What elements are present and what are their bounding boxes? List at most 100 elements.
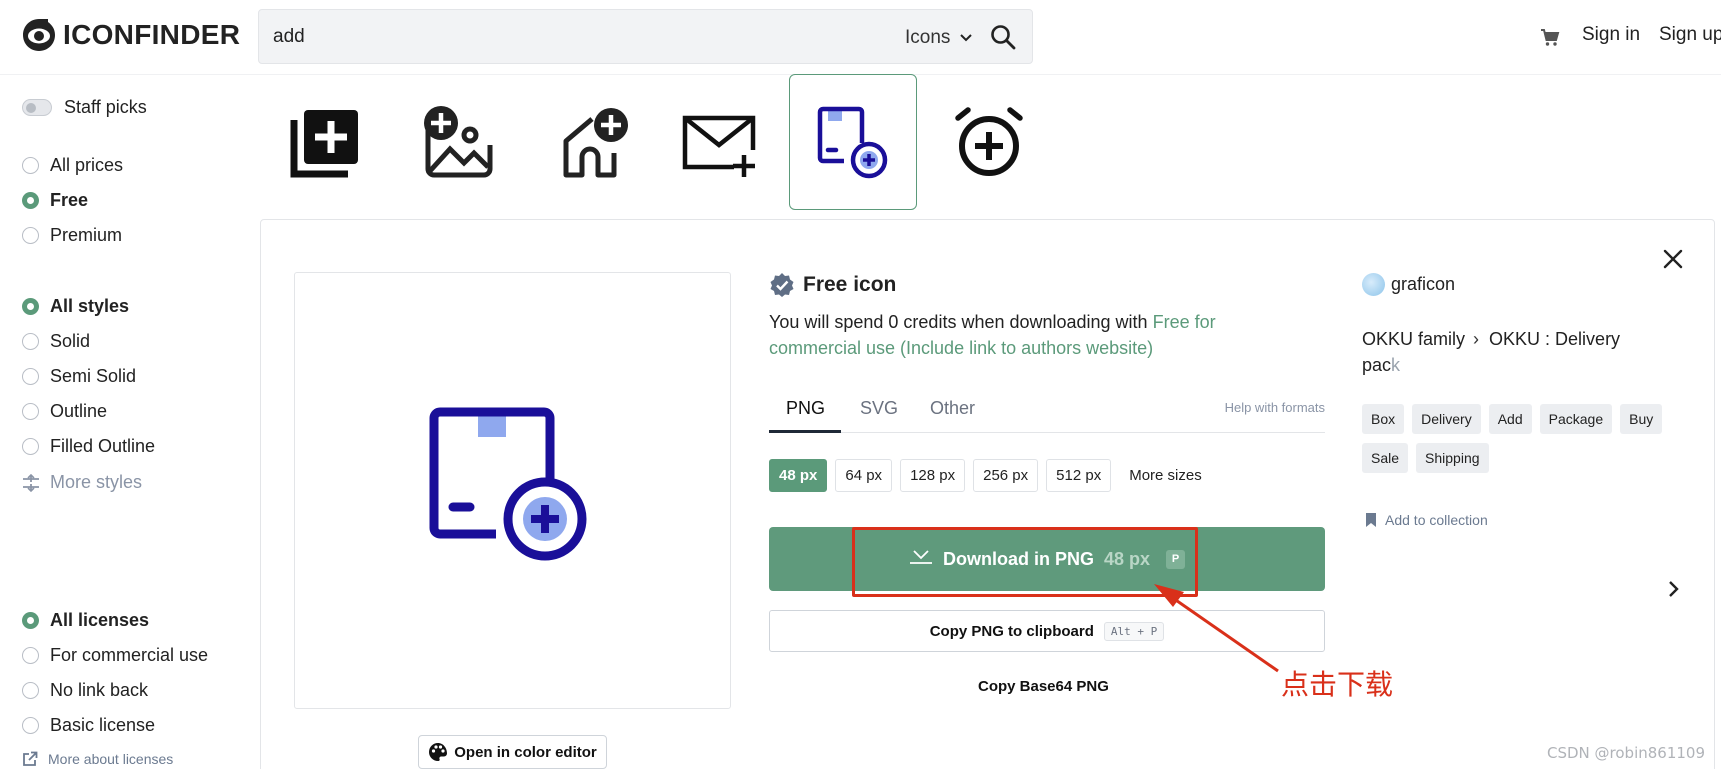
- icon-result-add-photo[interactable]: [262, 74, 390, 210]
- filter-label: Outline: [50, 401, 108, 421]
- filter-label: No link back: [50, 680, 149, 700]
- filter-label: All prices: [50, 155, 124, 175]
- radio-button-selected[interactable]: [22, 612, 39, 629]
- tag-box[interactable]: Box: [1362, 404, 1405, 434]
- breadcrumb-family[interactable]: OKKU family: [1362, 329, 1465, 349]
- staff-picks-toggle[interactable]: Staff picks: [22, 97, 147, 118]
- filter-license-basic[interactable]: Basic license: [22, 715, 155, 736]
- filter-style-all[interactable]: All styles: [22, 296, 129, 317]
- filter-price-all[interactable]: All prices: [22, 155, 123, 176]
- help-with-formats-link[interactable]: Help with formats: [1225, 400, 1325, 415]
- breadcrumb-pack-continued[interactable]: pac: [1362, 355, 1391, 375]
- external-link-icon: [23, 751, 38, 766]
- filter-label: All licenses: [50, 610, 150, 630]
- filter-label: Premium: [50, 225, 123, 245]
- size-48-chip[interactable]: 48 px: [769, 459, 828, 492]
- radio-button[interactable]: [22, 368, 39, 385]
- filter-label: For commercial use: [50, 645, 209, 665]
- tag-add[interactable]: Add: [1488, 404, 1532, 434]
- filter-label: Basic license: [50, 715, 156, 735]
- more-about-licenses-link[interactable]: More about licenses: [22, 751, 173, 767]
- icon-result-add-mail[interactable]: [655, 74, 783, 210]
- add-alarm-icon: [955, 107, 1023, 176]
- icon-result-add-package-selected[interactable]: [789, 74, 917, 210]
- filter-license-commercial[interactable]: For commercial use: [22, 645, 208, 666]
- radio-button-selected[interactable]: [22, 298, 39, 315]
- search-bar[interactable]: add Icons: [258, 9, 1033, 64]
- tag-package[interactable]: Package: [1539, 404, 1613, 434]
- credits-description: You will spend 0 credits when downloadin…: [769, 309, 1269, 361]
- radio-button[interactable]: [22, 227, 39, 244]
- filter-sidebar: Staff picks All prices Free Premium All …: [0, 75, 250, 769]
- close-icon[interactable]: [1662, 248, 1684, 270]
- credits-text: You will spend 0 credits when downloadin…: [769, 312, 1153, 332]
- more-styles-link[interactable]: More styles: [22, 472, 142, 493]
- author-name: graficon: [1391, 274, 1456, 294]
- tag-shipping[interactable]: Shipping: [1416, 443, 1489, 473]
- size-128-chip[interactable]: 128 px: [900, 459, 966, 492]
- radio-button[interactable]: [22, 403, 39, 420]
- format-tabs: PNG SVG Other Help with formats: [769, 394, 1325, 433]
- tab-other[interactable]: Other: [930, 398, 975, 419]
- radio-button[interactable]: [22, 717, 39, 734]
- open-color-editor-button[interactable]: Open in color editor: [418, 735, 607, 769]
- toggle-switch[interactable]: [22, 99, 52, 116]
- cart-icon[interactable]: [1539, 26, 1561, 48]
- more-licenses-label: More about licenses: [48, 751, 174, 767]
- filter-license-all[interactable]: All licenses: [22, 610, 149, 631]
- annotation-arrow-icon: [1154, 584, 1279, 673]
- filter-style-outline[interactable]: Outline: [22, 401, 107, 422]
- tab-png[interactable]: PNG: [786, 398, 825, 419]
- search-input[interactable]: add: [273, 26, 305, 48]
- radio-button[interactable]: [22, 157, 39, 174]
- sliders-icon: [23, 473, 39, 492]
- breadcrumb-pack[interactable]: OKKU : Delivery: [1489, 329, 1620, 349]
- filter-price-free[interactable]: Free: [22, 190, 88, 211]
- add-photo-icon: [290, 110, 358, 178]
- radio-button[interactable]: [22, 647, 39, 664]
- free-icon-heading: Free icon: [769, 272, 896, 298]
- filter-price-premium[interactable]: Premium: [22, 225, 122, 246]
- tag-delivery[interactable]: Delivery: [1412, 404, 1481, 434]
- top-header: ICONFINDER add Icons Sign in Sign up: [0, 0, 1721, 75]
- add-to-collection-link[interactable]: Add to collection: [1365, 512, 1488, 528]
- author-avatar: [1362, 273, 1385, 296]
- author-link[interactable]: graficon: [1362, 273, 1455, 296]
- breadcrumb-pack-fade: k: [1391, 355, 1401, 375]
- filter-style-filled-outline[interactable]: Filled Outline: [22, 436, 155, 457]
- size-512-chip[interactable]: 512 px: [1046, 459, 1112, 492]
- icon-result-add-image[interactable]: [395, 74, 523, 210]
- sign-in-link[interactable]: Sign in: [1582, 24, 1640, 46]
- size-256-chip[interactable]: 256 px: [973, 459, 1039, 492]
- sign-up-link[interactable]: Sign up: [1659, 24, 1721, 46]
- tag-sale[interactable]: Sale: [1362, 443, 1409, 473]
- logo[interactable]: ICONFINDER: [21, 17, 240, 53]
- filter-label: Solid: [50, 331, 91, 351]
- tab-svg[interactable]: SVG: [860, 398, 898, 419]
- filter-license-no-link-back[interactable]: No link back: [22, 680, 148, 701]
- tag-buy[interactable]: Buy: [1620, 404, 1663, 434]
- add-mail-icon: [682, 115, 756, 177]
- filter-label: All styles: [50, 296, 130, 316]
- copy-base64-png-button[interactable]: Copy Base64 PNG: [978, 678, 1109, 695]
- verified-badge-icon: [770, 273, 794, 297]
- more-sizes-link[interactable]: More sizes: [1129, 467, 1202, 484]
- chevron-right-icon[interactable]: [1665, 580, 1681, 598]
- size-64-chip[interactable]: 64 px: [835, 459, 893, 492]
- radio-button[interactable]: [22, 682, 39, 699]
- size-options: 48 px 64 px 128 px 256 px 512 px More si…: [769, 459, 1202, 492]
- search-type-select[interactable]: Icons: [905, 27, 973, 49]
- filter-style-solid[interactable]: Solid: [22, 331, 90, 352]
- filter-style-semi-solid[interactable]: Semi Solid: [22, 366, 136, 387]
- breadcrumb: OKKU family › OKKU : Delivery pack: [1362, 326, 1662, 378]
- icon-result-add-alarm[interactable]: [925, 74, 1053, 210]
- add-package-icon-large: [429, 407, 586, 560]
- free-icon-title: Free icon: [803, 273, 897, 296]
- color-editor-label: Open in color editor: [454, 743, 597, 761]
- tag-list: Box Delivery Add Package Buy Sale Shippi…: [1362, 404, 1692, 473]
- icon-result-add-home[interactable]: [529, 74, 657, 210]
- radio-button[interactable]: [22, 333, 39, 350]
- radio-button[interactable]: [22, 438, 39, 455]
- radio-button-selected[interactable]: [22, 192, 39, 209]
- search-icon[interactable]: [990, 24, 1016, 50]
